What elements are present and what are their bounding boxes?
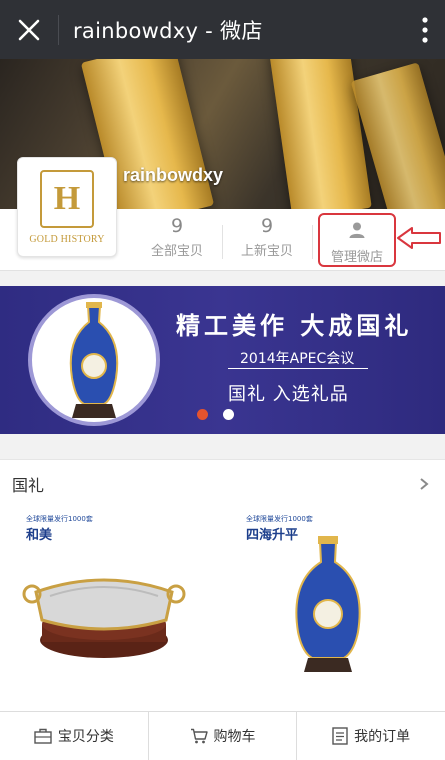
- chevron-right-icon: [420, 478, 429, 490]
- vase-image: [69, 302, 119, 418]
- nav-cart[interactable]: 购物车: [149, 712, 298, 760]
- section-title: 国礼: [12, 476, 45, 495]
- shop-logo-text: GOLD HISTORY: [29, 233, 105, 245]
- shop-logo[interactable]: H GOLD HISTORY: [17, 157, 117, 257]
- stat-all-items[interactable]: 9 全部宝贝: [133, 209, 221, 271]
- title-bar: rainbowdxy - 微店: [0, 0, 445, 59]
- more-button[interactable]: [405, 0, 445, 59]
- gold-history-emblem-icon: H: [40, 169, 94, 228]
- product-tag: 全球限量发行1000套: [26, 515, 93, 523]
- product-tag: 全球限量发行1000套: [246, 515, 313, 523]
- close-button[interactable]: [0, 0, 58, 59]
- order-list-icon: [332, 727, 348, 745]
- carousel-dot[interactable]: [223, 409, 234, 420]
- section-header[interactable]: 国礼: [0, 460, 445, 508]
- nav-orders-label: 我的订单: [354, 729, 411, 745]
- nav-orders[interactable]: 我的订单: [297, 712, 445, 760]
- banner-headline: 精工美作 大成国礼: [176, 311, 413, 340]
- product-name: 和美: [26, 528, 53, 543]
- close-icon: [18, 19, 40, 40]
- banner-subtitle: 2014年APEC会议: [240, 351, 355, 367]
- banner-caption: 国礼 入选礼品: [228, 384, 349, 405]
- red-arrow-annotation-icon: [397, 227, 441, 249]
- carousel-dot-active[interactable]: [197, 409, 208, 420]
- briefcase-icon: [34, 728, 52, 744]
- more-vertical-icon: [422, 16, 428, 43]
- stat-new-items-label: 上新宝贝: [240, 244, 293, 259]
- nav-cart-label: 购物车: [213, 729, 256, 745]
- shop-name: rainbowdxy: [123, 165, 224, 185]
- stat-all-items-count: 9: [170, 215, 184, 237]
- stat-new-items[interactable]: 9 上新宝贝: [223, 209, 311, 271]
- product-card[interactable]: 全球限量发行1000套 和美: [20, 512, 196, 688]
- manage-shop-label: 管理微店: [330, 250, 383, 265]
- page-title: rainbowdxy - 微店: [73, 18, 263, 43]
- nav-categories[interactable]: 宝贝分类: [0, 712, 149, 760]
- app: rainbowdxy - 微店 rainbowdxy 9 全部宝贝 9 上新宝贝…: [0, 0, 445, 760]
- stat-new-items-count: 9: [260, 215, 274, 237]
- bottom-nav: 宝贝分类 购物车 我的订单: [0, 711, 445, 760]
- manage-shop-button[interactable]: 管理微店: [318, 213, 396, 267]
- stat-all-items-label: 全部宝贝: [150, 244, 203, 259]
- nav-categories-label: 宝贝分类: [57, 729, 114, 745]
- product-name: 四海升平: [246, 528, 299, 543]
- banner-rule: [228, 368, 368, 369]
- divider: [312, 225, 313, 259]
- product-card[interactable]: 全球限量发行1000套 四海升平: [240, 512, 416, 688]
- cart-icon: [190, 728, 208, 744]
- person-icon: [349, 222, 365, 238]
- category-section: 国礼 全球限量发行1000套 和美 全球限量发行1000套 四海升平: [0, 459, 445, 711]
